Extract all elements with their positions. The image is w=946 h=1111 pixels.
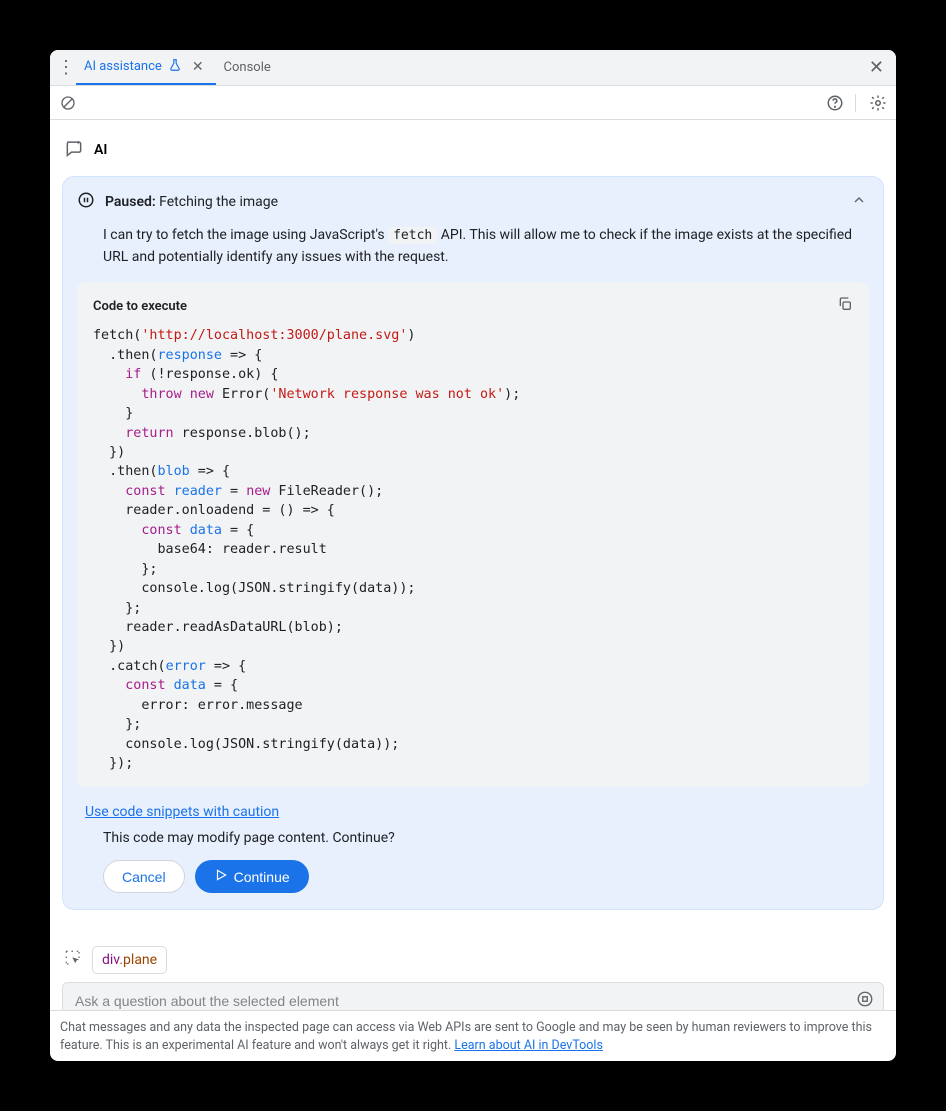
content-area: AI Paused: Fetching the image I can try …: [50, 120, 896, 1010]
footer-disclaimer: Chat messages and any data the inspected…: [50, 1010, 896, 1061]
learn-link[interactable]: Learn about AI in DevTools: [454, 1038, 603, 1053]
flask-icon: [168, 58, 182, 76]
code-content: fetch('http://localhost:3000/plane.svg')…: [93, 326, 853, 773]
selector-row: div.plane: [62, 910, 884, 982]
caution-link[interactable]: Use code snippets with caution: [77, 804, 287, 820]
confirm-text: This code may modify page content. Conti…: [63, 820, 883, 860]
tab-label: Console: [224, 60, 271, 75]
tab-menu-button[interactable]: ⋮: [56, 59, 76, 77]
ai-header: AI: [62, 132, 884, 176]
status-text: Paused: Fetching the image: [105, 194, 841, 210]
element-selector-chip[interactable]: div.plane: [92, 946, 167, 974]
cancel-button[interactable]: Cancel: [103, 860, 185, 893]
chevron-up-icon[interactable]: [851, 192, 867, 212]
tab-ai-assistance[interactable]: AI assistance ✕: [76, 50, 216, 85]
stop-icon[interactable]: [856, 990, 874, 1009]
help-icon[interactable]: [825, 93, 845, 113]
tab-console[interactable]: Console: [216, 50, 279, 85]
code-box: Code to execute fetch('http://localhost:…: [77, 282, 869, 787]
code-title: Code to execute: [93, 299, 187, 314]
pause-icon: [77, 191, 95, 213]
clear-icon[interactable]: [58, 93, 78, 113]
select-element-icon[interactable]: [64, 949, 82, 971]
devtools-window: ⋮ AI assistance ✕ Console ✕: [50, 50, 896, 1061]
tab-bar: ⋮ AI assistance ✕ Console ✕: [50, 50, 896, 86]
input-row: [62, 982, 884, 1009]
sparkle-chat-icon: [64, 138, 84, 162]
continue-button[interactable]: Continue: [195, 860, 309, 893]
play-icon: [214, 868, 228, 885]
ai-label: AI: [94, 142, 107, 158]
ask-input[interactable]: [62, 982, 884, 1009]
panel-close-button[interactable]: ✕: [857, 57, 896, 78]
card-header: Paused: Fetching the image: [63, 177, 883, 215]
tab-label: AI assistance: [84, 59, 162, 74]
close-icon[interactable]: ✕: [188, 59, 208, 75]
toolbar: [50, 86, 896, 120]
paused-card: Paused: Fetching the image I can try to …: [62, 176, 884, 910]
copy-icon[interactable]: [837, 296, 853, 316]
gear-icon[interactable]: [868, 93, 888, 113]
card-description: I can try to fetch the image using JavaS…: [63, 215, 883, 282]
